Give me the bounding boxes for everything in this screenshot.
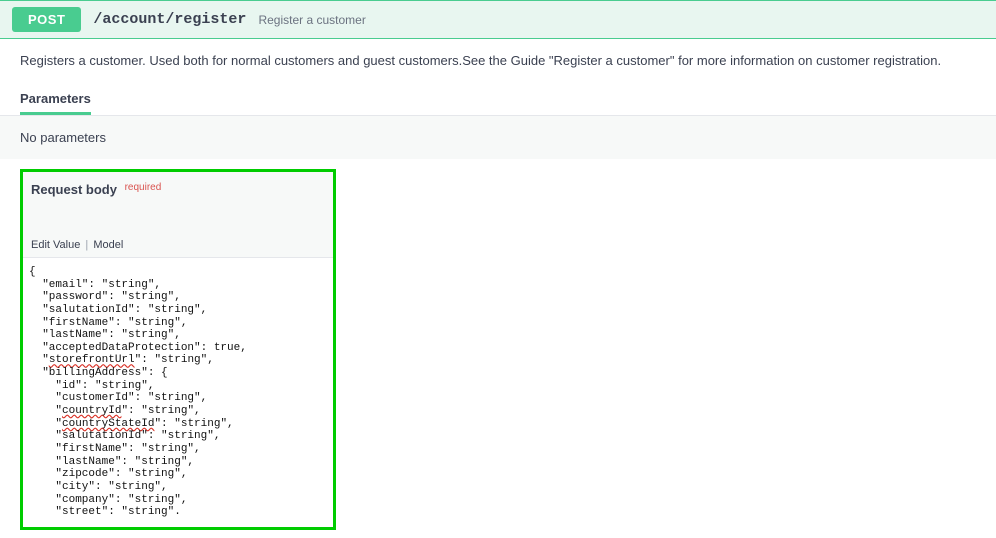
request-body-title: Request body required (23, 172, 333, 209)
request-body-code[interactable]: { "email": "string", "password": "string… (23, 258, 333, 527)
request-body-section: Request body required Edit Value | Model… (20, 169, 336, 530)
tab-edit-value[interactable]: Edit Value (31, 239, 80, 251)
endpoint-description: Registers a customer. Used both for norm… (0, 39, 996, 82)
endpoint-summary: Register a customer (258, 13, 365, 27)
body-tabs: Edit Value | Model (23, 209, 333, 258)
required-label: required (125, 182, 162, 193)
tab-model[interactable]: Model (93, 239, 123, 251)
request-body-title-text: Request body (31, 182, 117, 197)
section-tabs: Parameters (0, 82, 996, 116)
tab-parameters[interactable]: Parameters (20, 91, 91, 115)
tab-separator: | (85, 239, 88, 251)
endpoint-header[interactable]: POST /account/register Register a custom… (0, 0, 996, 39)
endpoint-path: /account/register (93, 11, 246, 28)
method-badge: POST (12, 7, 81, 32)
no-parameters-label: No parameters (0, 116, 996, 159)
